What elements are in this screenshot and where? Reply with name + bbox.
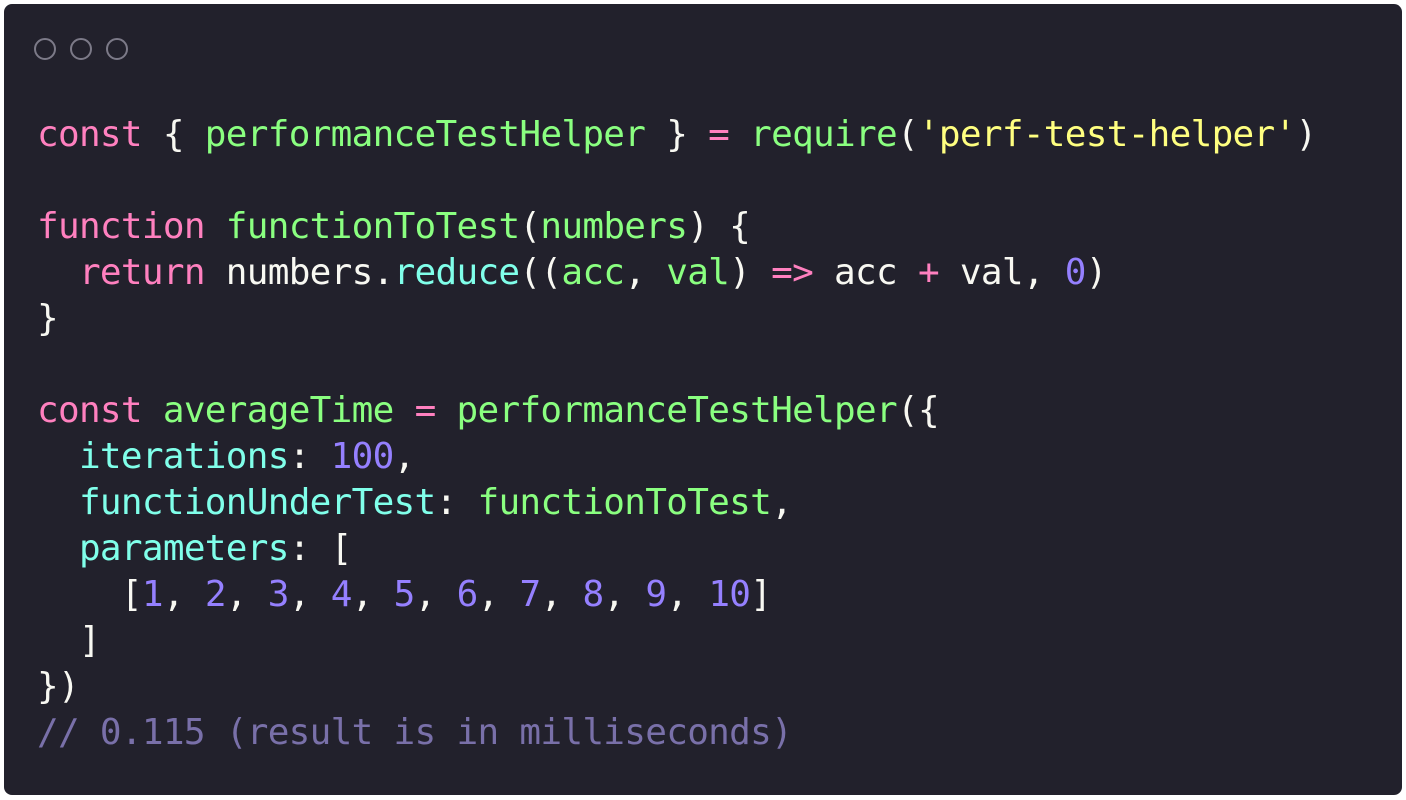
code-token-plain: , [603,574,646,615]
code-token-method: reduce [393,252,521,293]
code-token-plain: , [624,252,667,293]
code-token-plain: , [288,574,331,615]
maximize-control-icon[interactable] [106,38,128,60]
code-token-number: 100 [330,436,395,477]
code-line: const averageTime = performanceTestHelpe… [37,388,1316,434]
code-token-plain: , [393,436,416,477]
code-token-param: numbers [540,206,688,247]
code-line: function functionToTest(numbers) { [37,204,1316,250]
code-token-plain: , [477,574,520,615]
code-token-plain: , [666,574,709,615]
code-line: functionUnderTest: functionToTest, [37,480,1316,526]
code-token-name: performanceTestHelper [204,114,646,155]
code-token-number: 4 [330,574,353,615]
code-token-plain: acc [813,252,918,293]
close-control-icon[interactable] [34,38,56,60]
code-token-op: + [917,252,940,293]
code-token-plain: , [351,574,394,615]
code-token-plain: } [645,114,709,155]
code-token-plain: ( [519,206,541,247]
code-token-plain: , [771,482,793,523]
code-line: return numbers.reduce((acc, val) => acc … [37,250,1316,296]
code-token-number: 3 [267,574,290,615]
code-token-plain: ) [1295,114,1317,155]
code-token-op: = [414,390,437,431]
code-token-number: 2 [204,574,227,615]
code-token-number: 10 [708,574,751,615]
code-token-number: 8 [582,574,604,615]
code-line: iterations: 100, [37,434,1316,480]
code-token-string: 'perf-test-helper' [917,114,1296,155]
code-token-plain: val, [938,252,1065,293]
code-token-prop: functionUnderTest [78,482,436,523]
code-token-plain: { [141,114,205,155]
code-token-number: 0 [1064,252,1087,293]
code-token-op: => [771,252,814,293]
code-line: ] [37,618,1316,664]
code-token-plain: ({ [896,390,940,431]
code-token-plain: ] [750,574,772,615]
code-token-prop: parameters [78,528,289,569]
code-line: parameters: [ [37,526,1316,572]
code-token-name: averageTime [162,390,394,431]
code-block: const { performanceTestHelper } = requir… [37,112,1317,756]
code-token-plain: : [ [288,528,353,569]
code-line: [1, 2, 3, 4, 5, 6, 7, 8, 9, 10] [37,572,1316,618]
code-token-param: val [666,252,730,293]
code-token-prop: iterations [78,436,289,477]
code-window: const { performanceTestHelper } = requir… [4,4,1402,795]
code-token-name: require [750,114,898,155]
code-token-plain: ) [729,252,772,293]
code-token-plain: , [225,574,268,615]
code-token-keyword: function [37,206,205,247]
code-token-plain: }) [37,666,80,707]
code-token-param: acc [561,252,625,293]
code-token-number: 5 [393,574,416,615]
code-token-plain: numbers. [204,252,394,293]
code-token-plain: (( [519,252,562,293]
code-token-plain: } [37,298,59,339]
code-token-plain: : [288,436,331,477]
code-token-plain: ) [1085,252,1108,293]
code-token-name: performanceTestHelper [456,390,898,431]
code-token-plain: ) { [687,206,751,247]
minimize-control-icon[interactable] [70,38,92,60]
code-token-number: 6 [456,574,479,615]
code-line: } [37,296,1316,342]
code-line: // 0.115 (result is in milliseconds) [37,710,1316,756]
code-token-keyword: const [37,114,143,155]
code-token-op: = [708,114,730,155]
code-token-number: 1 [141,574,164,615]
code-token-number: 9 [645,574,667,615]
code-token-plain: , [162,574,205,615]
code-token-name: functionToTest [225,206,520,247]
code-line: }) [37,664,1316,710]
code-line: const { performanceTestHelper } = requir… [37,112,1317,158]
code-token-plain: , [540,574,583,615]
code-token-plain: ] [37,620,101,661]
code-token-plain: [ [37,574,143,615]
code-token-comment: // 0.115 (result is in milliseconds) [37,712,793,753]
window-controls [34,38,128,60]
code-token-keyword: return [78,252,206,293]
code-token-plain: , [414,574,457,615]
code-token-plain: ( [896,114,919,155]
code-token-keyword: const [37,390,143,431]
code-token-number: 7 [519,574,542,615]
code-token-plain: : [435,482,478,523]
code-token-name: functionToTest [477,482,772,523]
